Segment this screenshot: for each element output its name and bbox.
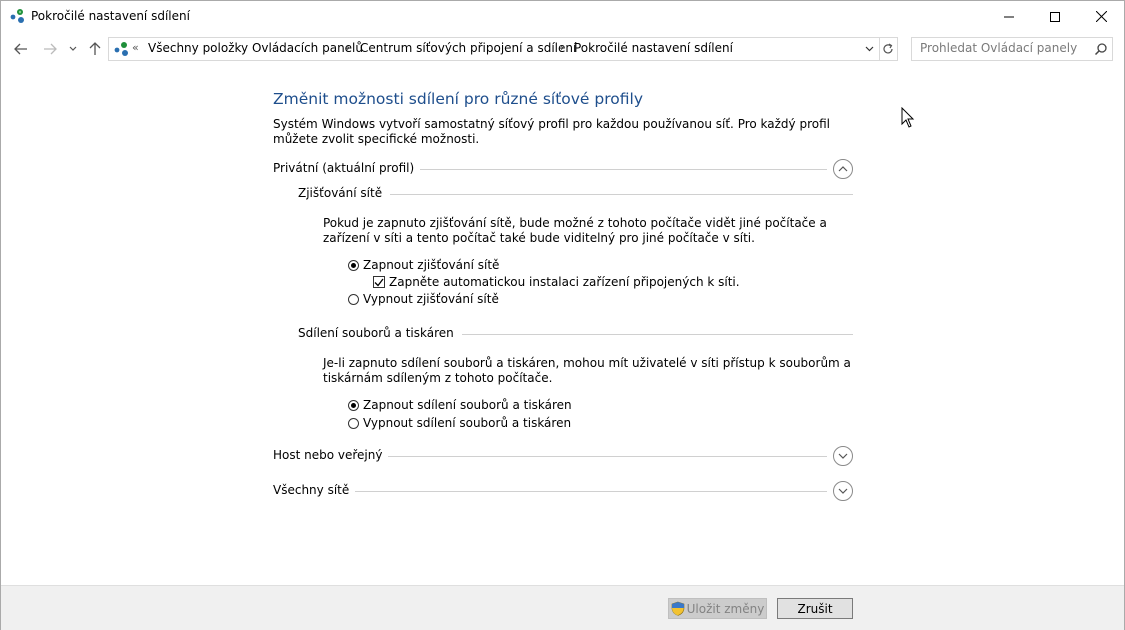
file-sharing-off-radio[interactable]: Vypnout sdílení souborů a tiskáren	[348, 415, 571, 431]
file-sharing-on-radio[interactable]: Zapnout sdílení souborů a tiskáren	[348, 397, 572, 413]
search-input[interactable]	[912, 38, 1095, 58]
collapse-button[interactable]	[833, 159, 853, 179]
expand-button[interactable]	[833, 481, 853, 501]
uac-shield-icon	[671, 601, 684, 616]
network-discovery-title: Zjišťování sítě	[298, 186, 391, 200]
file-sharing-description: Je-li zapnuto sdílení souborů a tiskáren…	[323, 356, 851, 385]
checkbox[interactable]	[373, 276, 385, 288]
search-icon[interactable]	[1094, 42, 1108, 56]
refresh-icon	[882, 43, 893, 54]
radio-selected-dot	[351, 262, 356, 268]
refresh-button[interactable]	[878, 37, 898, 61]
auto-setup-checkbox[interactable]: Zapněte automatickou instalaci zařízení …	[373, 274, 740, 290]
radio-selected-dot	[351, 402, 356, 408]
page-title: Změnit možnosti sdílení pro různé síťové…	[273, 90, 643, 108]
title-bar: Pokročilé nastavení sdílení	[1, 1, 1124, 32]
profile-guest-title: Host nebo veřejný	[273, 448, 389, 462]
network-discovery-description: Pokud je zapnuto zjišťování sítě, bude m…	[323, 216, 827, 245]
profile-all-title: Všechny sítě	[273, 483, 356, 497]
save-changes-button[interactable]: Uložit změny	[668, 598, 767, 619]
breadcrumb-item[interactable]: Pokročilé nastavení sdílení	[574, 41, 733, 55]
breadcrumb-item[interactable]: Všechny položky Ovládacích panelů	[148, 41, 363, 55]
radio-button[interactable]	[348, 293, 359, 305]
network-discovery-header: Zjišťování sítě	[298, 185, 853, 203]
network-sharing-icon	[10, 9, 24, 23]
window-title: Pokročilé nastavení sdílení	[31, 9, 190, 23]
mouse-cursor-icon	[901, 107, 915, 128]
network-discovery-off-radio[interactable]: Vypnout zjišťování sítě	[348, 291, 499, 307]
radio-button[interactable]	[348, 399, 359, 411]
arrow-up-icon	[89, 42, 101, 55]
chevron-down-icon	[865, 46, 873, 52]
chevron-down-icon	[838, 453, 848, 459]
checkmark-icon	[374, 278, 384, 286]
profile-guest-header[interactable]: Host nebo veřejný	[273, 446, 853, 466]
checkbox-label[interactable]: Zapněte automatickou instalaci zařízení …	[389, 275, 740, 289]
save-button-label: Uložit změny	[686, 601, 765, 616]
chevron-down-icon	[838, 488, 848, 494]
breadcrumb-separator[interactable]: ›	[346, 41, 350, 54]
breadcrumb-separator[interactable]: ›	[560, 41, 564, 54]
maximize-icon	[1050, 11, 1060, 22]
expand-button[interactable]	[833, 446, 853, 466]
file-sharing-title: Sdílení souborů a tiskáren	[298, 326, 462, 340]
forward-button[interactable]	[39, 38, 61, 60]
radio-label[interactable]: Zapnout sdílení souborů a tiskáren	[363, 398, 572, 412]
radio-label[interactable]: Vypnout sdílení souborů a tiskáren	[363, 416, 571, 430]
navigation-bar: « Všechny položky Ovládacích panelů › Ce…	[1, 32, 1124, 66]
address-bar[interactable]: « Všechny položky Ovládacích panelů › Ce…	[108, 37, 880, 61]
profile-private-title: Privátní (aktuální profil)	[273, 161, 421, 175]
chevron-down-icon	[69, 46, 77, 51]
control-panel-window: Pokročilé nastavení sdílení « Všechny po…	[0, 0, 1125, 630]
arrow-right-icon	[44, 43, 57, 55]
file-sharing-header: Sdílení souborů a tiskáren	[298, 325, 853, 343]
profile-private-header[interactable]: Privátní (aktuální profil)	[273, 159, 853, 179]
back-button[interactable]	[10, 38, 32, 60]
search-box[interactable]	[911, 37, 1113, 61]
chevron-up-icon	[838, 166, 848, 172]
radio-label[interactable]: Vypnout zjišťování sítě	[363, 292, 499, 306]
arrow-left-icon	[14, 43, 27, 55]
page-description: Systém Windows vytvoří samostatný síťový…	[273, 117, 830, 146]
radio-button[interactable]	[348, 417, 359, 429]
radio-label[interactable]: Zapnout zjišťování sítě	[363, 258, 499, 272]
close-icon	[1095, 11, 1107, 22]
address-dropdown-button[interactable]	[862, 40, 876, 58]
dialog-footer: Uložit změny Zrušit	[1, 585, 1124, 630]
minimize-button[interactable]	[986, 1, 1032, 32]
cancel-button-label: Zrušit	[797, 601, 833, 616]
network-discovery-on-radio[interactable]: Zapnout zjišťování sítě	[348, 257, 499, 273]
breadcrumb-item[interactable]: Centrum síťových připojení a sdílení	[360, 41, 576, 55]
radio-button[interactable]	[348, 259, 359, 271]
close-button[interactable]	[1078, 1, 1124, 32]
maximize-button[interactable]	[1032, 1, 1078, 32]
up-button[interactable]	[84, 38, 106, 60]
breadcrumb-overflow[interactable]: «	[132, 41, 139, 54]
control-panel-icon	[114, 42, 128, 56]
minimize-icon	[1004, 16, 1014, 17]
cancel-button[interactable]: Zrušit	[777, 598, 853, 619]
divider	[273, 491, 827, 492]
profile-all-header[interactable]: Všechny sítě	[273, 481, 853, 501]
recent-locations-button[interactable]	[64, 38, 82, 60]
